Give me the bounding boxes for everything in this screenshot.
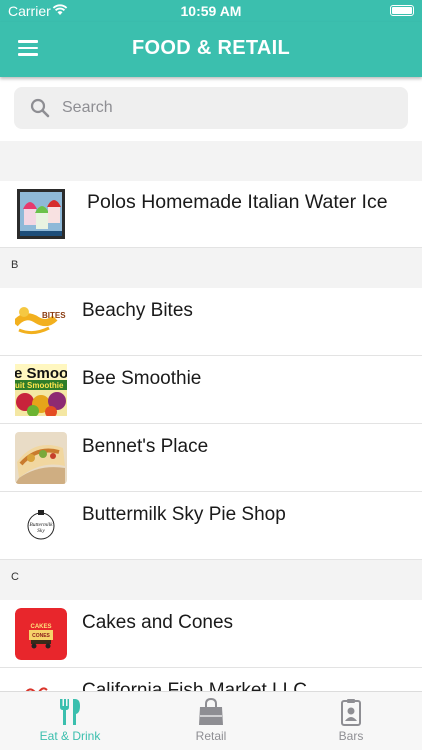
vendor-thumbnail [15,432,67,484]
cakes-logo-text: CAKES [30,624,51,630]
buttermilk-logo-sub: Sky [37,528,45,534]
list-item[interactable]: e Smoot uit Smoothie Bee Smoothie [0,356,422,424]
vendor-thumbnail: Buttermilk Sky [15,500,67,552]
status-bar: Carrier 10:59 AM [0,0,422,22]
list-item[interactable]: BITES Beachy Bites [0,288,422,356]
vendor-name: Bennet's Place [82,436,209,457]
smoothie-sub-text: uit Smoothie [15,381,64,390]
tab-bars-label: Bars [338,729,364,743]
section-header-c: C [0,560,422,600]
search-bar [0,77,422,141]
vendor-name: Bee Smoothie [82,368,202,389]
list-item[interactable]: Polos Homemade Italian Water Ice [0,181,422,248]
vendor-list[interactable]: Polos Homemade Italian Water Ice B BITES… [0,181,422,691]
shopping-bag-icon [199,698,223,725]
fork-knife-icon [60,699,80,725]
vendor-name: Polos Homemade Italian Water Ice [87,191,388,213]
badge-icon [341,699,361,726]
vendor-name: Cakes and Cones [82,612,234,633]
vendor-thumbnail [17,189,65,239]
tab-retail-label: Retail [195,729,227,743]
vendor-thumbnail: BITES [15,296,67,348]
vendor-thumbnail [15,676,67,691]
tab-bars[interactable]: Bars [281,698,421,743]
list-top-spacer [0,141,422,181]
vendor-name: California Fish Market LLC [82,680,307,691]
search-icon [30,98,50,118]
vendor-name: Beachy Bites [82,300,193,321]
list-item[interactable]: CAKES CONES Cakes and Cones [0,600,422,668]
tab-bar: Eat & Drink Retail Bars [0,691,422,750]
list-item[interactable]: Bennet's Place [0,424,422,492]
page-title: FOOD & RETAIL [132,37,290,59]
vendor-thumbnail: e Smoot uit Smoothie [15,364,67,416]
battery-icon [390,5,414,16]
smoothie-logo-text: e Smoot [15,365,67,382]
list-item[interactable]: Buttermilk Sky Buttermilk Sky Pie Shop [0,492,422,560]
tab-eat-drink-label: Eat & Drink [39,729,101,743]
vendor-name: Buttermilk Sky Pie Shop [82,504,286,525]
beachy-logo-text: BITES [42,311,66,320]
list-item[interactable]: California Fish Market LLC [0,668,422,691]
clock: 10:59 AM [180,3,242,19]
tab-retail[interactable]: Retail [141,698,281,743]
search-field[interactable] [14,87,408,129]
section-header-b: B [0,248,422,288]
cakes-logo-sub: CONES [32,633,50,639]
search-input[interactable] [62,87,392,129]
vendor-thumbnail: CAKES CONES [15,608,67,660]
navigation-bar: FOOD & RETAIL [0,22,422,77]
tab-eat-drink[interactable]: Eat & Drink [0,698,140,743]
